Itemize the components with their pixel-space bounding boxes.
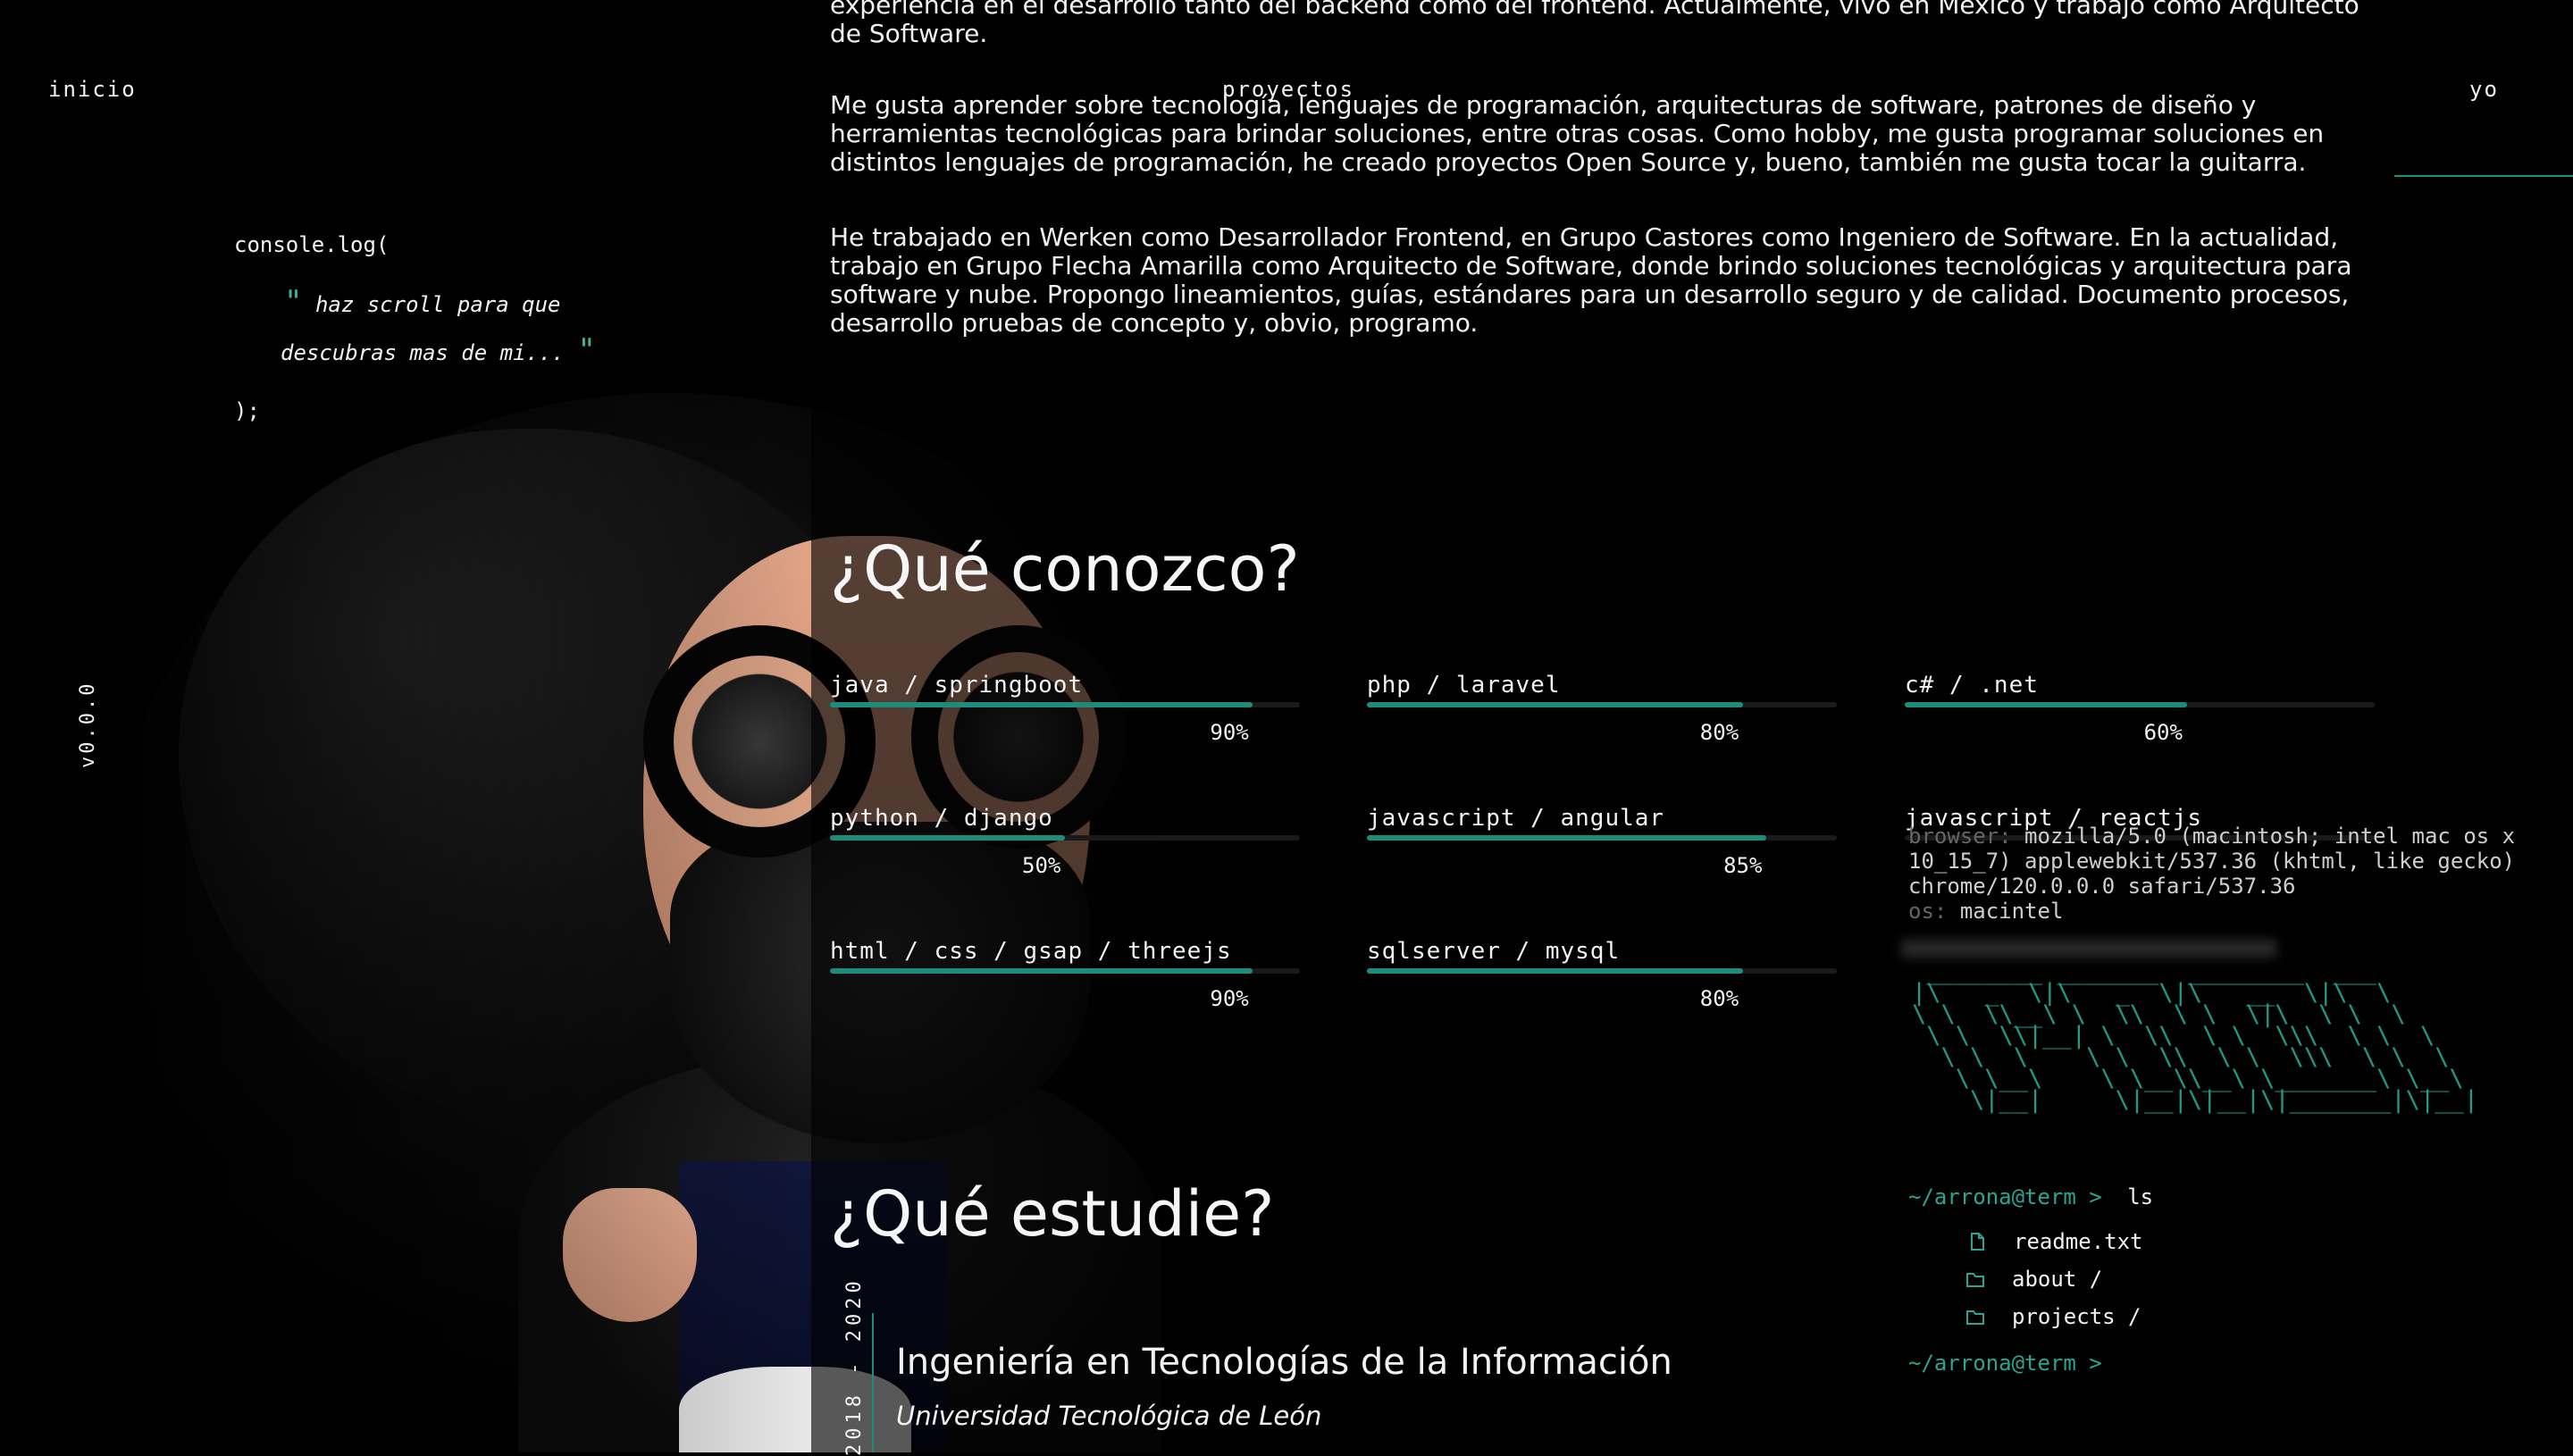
terminal-file-name: about / bbox=[2012, 1267, 2103, 1292]
skill-item: sqlserver / mysql 80% bbox=[1367, 938, 1837, 1011]
skill-bar-fill bbox=[830, 835, 1065, 841]
skill-percent: 90% bbox=[1210, 720, 1249, 745]
nav-inicio[interactable]: inicio bbox=[48, 77, 137, 102]
about-paragraph-2: He trabajado en Werken como Desarrollado… bbox=[830, 222, 2352, 338]
skill-item: php / laravel 80% bbox=[1367, 672, 1837, 745]
terminal-file-name: projects / bbox=[2012, 1304, 2141, 1329]
os-value: macintel bbox=[1959, 899, 2064, 924]
skill-item: python / django 50% bbox=[830, 805, 1300, 878]
terminal-command: ls bbox=[2127, 1184, 2154, 1209]
skill-item: java / springboot 90% bbox=[830, 672, 1300, 745]
browser-key: browser: bbox=[1908, 824, 2012, 849]
os-key: os: bbox=[1908, 899, 1948, 924]
terminal-file-item[interactable]: about / bbox=[1965, 1267, 2102, 1292]
skill-bar-fill bbox=[1367, 702, 1743, 707]
skill-label: c# / .net bbox=[1905, 672, 2039, 699]
skill-bar-track bbox=[830, 702, 1300, 707]
nav-yo[interactable]: yo bbox=[2469, 77, 2499, 102]
quote-close: " bbox=[577, 332, 596, 368]
skill-label: javascript / angular bbox=[1367, 805, 1665, 832]
skill-percent: 60% bbox=[2143, 720, 2183, 745]
quote-open: " bbox=[284, 284, 303, 320]
skill-label: python / django bbox=[830, 805, 1053, 832]
folder-icon bbox=[1966, 1273, 1984, 1287]
skill-percent: 90% bbox=[1210, 986, 1249, 1011]
console-close: ); bbox=[234, 398, 260, 423]
about-paragraph-0: experiencia en el desarrollo tanto del b… bbox=[830, 0, 2359, 48]
skill-item: javascript / angular 85% bbox=[1367, 805, 1837, 878]
study-title: ¿Qué estudie? bbox=[830, 1177, 1275, 1251]
skill-bar-track bbox=[1905, 702, 2375, 707]
console-line-1: haz scroll para que bbox=[314, 292, 561, 317]
about-paragraph-1: Me gusta aprender sobre tecnología, leng… bbox=[830, 90, 2325, 177]
skill-percent: 80% bbox=[1699, 986, 1739, 1011]
skill-bar-fill bbox=[1367, 835, 1767, 841]
skill-percent: 50% bbox=[1022, 853, 1061, 878]
version-label: v0.0.0 bbox=[77, 681, 99, 768]
console-open: console.log( bbox=[234, 232, 390, 257]
skill-label: php / laravel bbox=[1367, 672, 1561, 699]
study-years: 2018 - 2020 bbox=[843, 1276, 866, 1456]
skill-item: html / css / gsap / threejs 90% bbox=[830, 938, 1300, 1011]
skill-bar-track bbox=[1367, 702, 1837, 707]
terminal-prompt-2[interactable]: ~/arrona@term > bbox=[1908, 1351, 2102, 1376]
skill-item: c# / .net 60% bbox=[1905, 672, 2375, 745]
console-line-2: descubras mas de mi... bbox=[281, 340, 565, 365]
skill-bar-fill bbox=[830, 968, 1253, 974]
terminal-info: browser: mozilla/5.0 (macintosh; intel m… bbox=[1908, 824, 2552, 924]
terminal-prompt: ~/arrona@term > bbox=[1908, 1184, 2102, 1209]
skill-bar-track bbox=[1367, 835, 1837, 841]
terminal-file-item[interactable]: projects / bbox=[1965, 1304, 2141, 1329]
terminal-file-name: readme.txt bbox=[2014, 1229, 2143, 1254]
skill-bar-track bbox=[1367, 968, 1837, 974]
study-degree: Ingeniería en Tecnologías de la Informac… bbox=[896, 1342, 1672, 1383]
nav-active-underline bbox=[2394, 175, 2573, 177]
terminal-file-item[interactable]: readme.txt bbox=[1967, 1229, 2143, 1254]
skill-label: java / springboot bbox=[830, 672, 1084, 699]
skill-bar-track bbox=[830, 835, 1300, 841]
skill-percent: 85% bbox=[1723, 853, 1763, 878]
skill-percent: 80% bbox=[1699, 720, 1739, 745]
skill-bar-track bbox=[830, 968, 1300, 974]
skills-title: ¿Qué conozco? bbox=[830, 532, 1300, 606]
folder-icon bbox=[1966, 1310, 1984, 1325]
skill-label: html / css / gsap / threejs bbox=[830, 938, 1232, 965]
ascii-art-logo: ________ _______ ________ ___ |\ _ \|\ _… bbox=[1912, 958, 2478, 1114]
skill-label: sqlserver / mysql bbox=[1367, 938, 1621, 965]
study-school: Universidad Tecnológica de León bbox=[896, 1401, 1322, 1431]
skill-bar-fill bbox=[1367, 968, 1743, 974]
file-icon bbox=[1971, 1233, 1984, 1251]
skill-bar-fill bbox=[830, 702, 1253, 707]
study-timeline-line bbox=[872, 1313, 874, 1452]
skill-bar-fill bbox=[1905, 702, 2187, 707]
